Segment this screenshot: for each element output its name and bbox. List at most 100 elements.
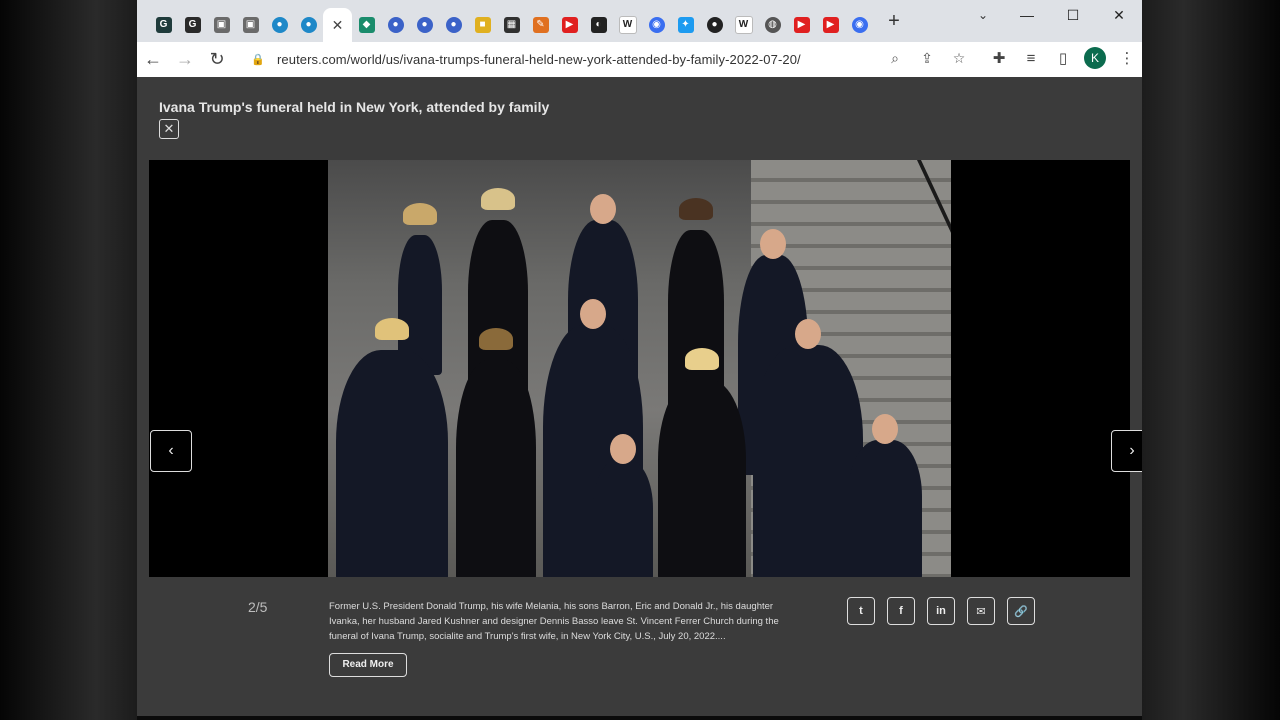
tab-search-icon[interactable]: ⌄ (973, 6, 993, 24)
browser-tab[interactable]: ◍ (758, 8, 787, 42)
back-button[interactable]: ← (137, 45, 169, 75)
linkedin-icon: in (936, 605, 946, 617)
facebook-share-button[interactable]: f (887, 597, 915, 625)
browser-tab[interactable]: ● (439, 8, 468, 42)
reload-button[interactable]: ↻ (201, 45, 233, 75)
url-text[interactable]: reuters.com/world/us/ivana-trumps-funera… (277, 52, 801, 67)
browser-toolbar: ← → ↻ 🔒 reuters.com/world/us/ivana-trump… (137, 42, 1142, 78)
address-bar-actions: ⌕ ⇪ ☆ (879, 50, 975, 67)
photo-gallery-modal: Ivana Trump's funeral held in New York, … (137, 77, 1142, 716)
wikipedia-icon: W (734, 16, 753, 34)
browser-tab[interactable]: ✕ (323, 8, 352, 42)
extension-actions: ✚ ≡ ▯ K ⋮ (983, 47, 1142, 69)
email-icon: ✉ (976, 605, 986, 618)
wikipedia-icon: W (618, 16, 637, 34)
ghost-icon: ◐ (590, 17, 607, 33)
browser-tab[interactable]: ● (410, 8, 439, 42)
minimize-button[interactable]: — (1004, 0, 1050, 30)
pencil-icon: ✎ (532, 17, 549, 33)
browser-tab[interactable]: ◉ (845, 8, 874, 42)
twitter-share-button[interactable]: t (847, 597, 875, 625)
g-dark-icon: G (184, 17, 201, 33)
figure (336, 318, 448, 577)
video-frame-right (1142, 0, 1280, 720)
maximize-button[interactable]: ☐ (1050, 0, 1096, 30)
previous-photo-button[interactable]: ‹ (150, 430, 192, 472)
youtube-icon: ▶ (822, 17, 839, 33)
globe-gray-icon: ◍ (764, 17, 781, 33)
planet-icon: ● (416, 17, 433, 33)
video-frame-left (0, 0, 137, 720)
browser-tab[interactable]: ▶ (787, 8, 816, 42)
figure (848, 414, 922, 577)
browser-tab[interactable]: ● (700, 8, 729, 42)
browser-tab[interactable]: G (149, 8, 178, 42)
photo-counter: 2/5 (248, 599, 268, 615)
facebook-icon: f (899, 605, 903, 617)
gallery-title: Ivana Trump's funeral held in New York, … (159, 99, 550, 115)
planet-icon: ● (445, 17, 462, 33)
zoom-icon[interactable]: ⌕ (879, 50, 911, 67)
share-page-icon[interactable]: ⇪ (911, 50, 943, 67)
browser-tab[interactable]: G (178, 8, 207, 42)
gallery-close-button[interactable]: ✕ (159, 119, 179, 139)
browser-tab[interactable]: ◆ (352, 8, 381, 42)
email-share-button[interactable]: ✉ (967, 597, 995, 625)
g-dark-icon: G (155, 17, 172, 33)
window-close-button[interactable]: ✕ (1096, 0, 1142, 30)
browser-tab[interactable]: ◉ (642, 8, 671, 42)
browser-tab[interactable]: ◐ (584, 8, 613, 42)
close-icon: ✕ (331, 16, 344, 33)
twitter-icon: t (859, 605, 863, 617)
forward-button[interactable]: → (169, 45, 201, 75)
profile-avatar[interactable]: K (1084, 47, 1106, 69)
twitter-icon: ✦ (677, 17, 694, 33)
browser-tab[interactable]: ■ (468, 8, 497, 42)
figure (456, 328, 536, 577)
gallery-photo (328, 160, 951, 577)
browser-tab[interactable]: ✦ (671, 8, 700, 42)
media-queue-icon[interactable]: ≡ (1015, 50, 1047, 67)
photo-caption: Former U.S. President Donald Trump, his … (329, 601, 779, 642)
dot-icon: ● (706, 17, 723, 33)
terminal-icon: ▦ (503, 17, 520, 33)
linkedin-share-button[interactable]: in (927, 597, 955, 625)
link-icon: 🔗 (1014, 605, 1028, 618)
planet-icon: ● (387, 17, 404, 33)
browser-tab[interactable]: ▣ (236, 8, 265, 42)
browser-tab[interactable]: ● (265, 8, 294, 42)
tabs: G G ▣ ▣ ● ● ✕ ◆ ● ● ● ■ ▦ ✎ ▶ ◐ W ◉ ✦ ● W ◍ ▶ ▶ ◉ (137, 0, 874, 42)
new-tab-button[interactable]: + (880, 7, 908, 35)
globe-blue-icon: ● (271, 17, 288, 33)
folder-icon: ■ (474, 17, 491, 33)
browser-tab[interactable]: ▶ (555, 8, 584, 42)
printer-icon: ▣ (213, 17, 230, 33)
browser-tab[interactable]: ▶ (816, 8, 845, 42)
lock-icon[interactable]: 🔒 (251, 53, 267, 66)
next-photo-button[interactable]: › (1111, 430, 1142, 472)
link-share-button[interactable]: 🔗 (1007, 597, 1035, 625)
gallery-stage: ‹ › (149, 160, 1142, 577)
browser-tab[interactable]: W (613, 8, 642, 42)
address-bar[interactable]: 🔒 reuters.com/world/us/ivana-trumps-fune… (245, 45, 981, 73)
figure (658, 348, 746, 577)
browser-tab[interactable]: W (729, 8, 758, 42)
leaf-icon: ◆ (358, 17, 375, 33)
browser-tab[interactable]: ▣ (207, 8, 236, 42)
printer-icon: ▣ (242, 17, 259, 33)
browser-tab[interactable]: ▦ (497, 8, 526, 42)
extensions-puzzle-icon[interactable]: ✚ (983, 49, 1015, 67)
browser-tab[interactable]: ● (381, 8, 410, 42)
browser-tab[interactable]: ✎ (526, 8, 555, 42)
read-more-button[interactable]: Read More (329, 653, 407, 677)
figure (753, 319, 863, 577)
messenger-icon: ◉ (648, 17, 665, 33)
browser-menu-icon[interactable]: ⋮ (1111, 49, 1142, 67)
bookmark-star-icon[interactable]: ☆ (943, 50, 975, 67)
browser-window: G G ▣ ▣ ● ● ✕ ◆ ● ● ● ■ ▦ ✎ ▶ ◐ W ◉ ✦ ● W ◍ ▶ ▶ ◉ + ⌄ — ☐ ✕ ← → … (137, 0, 1142, 716)
window-controls: — ☐ ✕ (1004, 0, 1142, 30)
youtube-icon: ▶ (561, 17, 578, 33)
browser-tab[interactable]: ● (294, 8, 323, 42)
side-panel-icon[interactable]: ▯ (1047, 49, 1079, 67)
share-buttons: t f in ✉ 🔗 (847, 597, 1047, 625)
